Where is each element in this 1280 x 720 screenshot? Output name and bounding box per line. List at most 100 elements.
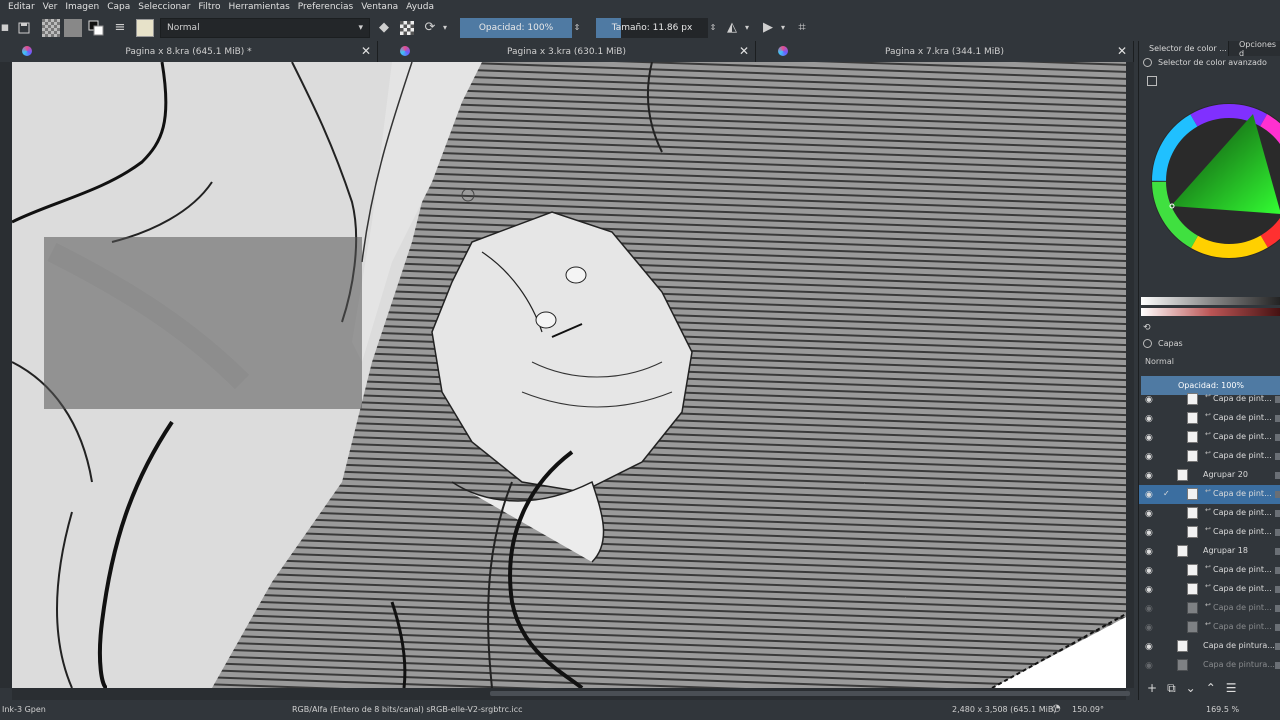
menu-item[interactable]: Ver: [43, 2, 58, 12]
menu-item[interactable]: Imagen: [65, 2, 99, 12]
layer-row[interactable]: ◉ Agrupar 20: [1139, 466, 1280, 485]
chevron-down-icon[interactable]: ▾: [742, 18, 752, 38]
tab-options[interactable]: Opciones d: [1229, 40, 1280, 58]
eye-icon[interactable]: ◉: [1145, 547, 1153, 557]
eye-icon[interactable]: ◉: [1145, 471, 1153, 481]
menu-item[interactable]: Seleccionar: [138, 2, 190, 12]
move-down-icon[interactable]: ⌄: [1186, 681, 1196, 695]
lock-icon[interactable]: [1275, 472, 1280, 479]
lock-icon[interactable]: [1275, 415, 1280, 422]
gradient-swatch[interactable]: [64, 18, 82, 37]
brush-settings-icon[interactable]: ≡: [110, 18, 130, 38]
toggle-icon[interactable]: ▪: [1, 18, 10, 38]
menu-item[interactable]: Capa: [107, 2, 130, 12]
color-slider-2[interactable]: [1141, 308, 1280, 316]
chevron-updown-icon[interactable]: ⇕: [708, 18, 718, 38]
mirror-horizontal-icon[interactable]: ◭: [722, 18, 742, 38]
color-slider-1[interactable]: [1141, 297, 1280, 305]
crop-icon[interactable]: ⌗: [792, 18, 812, 38]
alpha-lock-icon[interactable]: [400, 20, 414, 35]
canvas-horizontal-scrollbar[interactable]: [12, 688, 1130, 700]
swap-colors-icon[interactable]: [86, 18, 106, 38]
eye-icon[interactable]: ◉: [1145, 528, 1153, 538]
eraser-icon[interactable]: ◆: [374, 18, 394, 38]
canvas[interactable]: [12, 62, 1126, 688]
add-icon[interactable]: +: [1147, 681, 1157, 695]
eye-icon[interactable]: ◉: [1145, 414, 1153, 424]
layer-row[interactable]: ◉ ↩ Capa de pint...: [1139, 561, 1280, 580]
size-slider[interactable]: Tamaño: 11.86 px: [596, 17, 708, 38]
eye-icon[interactable]: ◉: [1145, 509, 1153, 519]
close-icon[interactable]: ✕: [739, 44, 749, 58]
blend-mode-select[interactable]: Normal ▾: [160, 17, 370, 38]
color-wheel[interactable]: [1139, 96, 1280, 276]
eye-icon[interactable]: ◉: [1145, 566, 1153, 576]
lock-icon[interactable]: [1275, 510, 1280, 517]
lock-icon[interactable]: [1275, 567, 1280, 574]
reload-icon[interactable]: ⟳: [420, 18, 440, 38]
eye-icon[interactable]: ◉: [1145, 452, 1153, 462]
lock-icon[interactable]: [1275, 624, 1280, 631]
menu-item[interactable]: Editar: [8, 2, 35, 12]
lock-icon[interactable]: [1275, 605, 1280, 612]
document-tab[interactable]: Pagina x 3.kra (630.1 MiB) ✕: [378, 41, 756, 62]
eye-icon[interactable]: ◉: [1145, 623, 1153, 633]
layer-row[interactable]: ◉ ↩ Capa de pint...: [1139, 504, 1280, 523]
mirror-vertical-icon[interactable]: ▶: [758, 18, 778, 38]
pattern-icon[interactable]: [42, 18, 60, 37]
menu-item[interactable]: Preferencias: [298, 2, 353, 12]
chevron-updown-icon[interactable]: ⇕: [572, 18, 582, 38]
menu-item[interactable]: Ayuda: [406, 2, 434, 12]
close-icon[interactable]: ✕: [1117, 44, 1127, 58]
move-up-icon[interactable]: ⌃: [1206, 681, 1216, 695]
close-icon[interactable]: ✕: [361, 44, 371, 58]
rotate-icon[interactable]: ◔: [1052, 703, 1061, 714]
layer-row[interactable]: ◉ ↩ Capa de pint...: [1139, 447, 1280, 466]
eye-icon[interactable]: ◉: [1145, 604, 1153, 614]
save-icon[interactable]: [14, 18, 34, 38]
eye-icon[interactable]: ◉: [1145, 585, 1153, 595]
layer-row[interactable]: ◉ ↩ Capa de pint...: [1139, 599, 1280, 618]
opacity-slider[interactable]: Opacidad: 100%: [460, 17, 572, 38]
layer-row[interactable]: ◉ Capa de pintura...: [1139, 656, 1280, 675]
lock-icon[interactable]: [1275, 662, 1280, 669]
layer-row[interactable]: ◉ ↩ Capa de pint...: [1139, 409, 1280, 428]
menu-item[interactable]: Herramientas: [228, 2, 289, 12]
lock-icon[interactable]: [1275, 529, 1280, 536]
lock-icon[interactable]: [1143, 339, 1152, 348]
layer-row[interactable]: ◉ ↩ Capa de pint...: [1139, 618, 1280, 637]
horizontal-scroll-thumb[interactable]: [490, 691, 1130, 696]
lock-icon[interactable]: [1275, 453, 1280, 460]
eye-icon[interactable]: ◉: [1145, 395, 1153, 405]
tab-color-selector[interactable]: Selector de color ...: [1139, 41, 1229, 56]
layer-row[interactable]: ◉ ↩ Capa de pint...: [1139, 523, 1280, 542]
color-settings-icon[interactable]: [1147, 76, 1157, 86]
layer-row[interactable]: ◉ Capa de pintura...: [1139, 637, 1280, 656]
eye-icon[interactable]: ◉: [1145, 490, 1153, 500]
layer-row[interactable]: ◉ ↩ Capa de pint...: [1139, 390, 1280, 409]
lock-icon[interactable]: [1275, 548, 1280, 555]
document-tab[interactable]: Pagina x 8.kra (645.1 MiB) * ✕: [0, 41, 378, 62]
canvas-artwork[interactable]: [12, 62, 1126, 688]
menu-item[interactable]: Filtro: [198, 2, 220, 12]
eye-icon[interactable]: ◉: [1145, 433, 1153, 443]
lock-icon[interactable]: [1275, 643, 1280, 650]
reset-icon[interactable]: ⟲: [1143, 323, 1151, 333]
preset-icon[interactable]: [136, 18, 154, 37]
canvas-vertical-scrollbar[interactable]: [1126, 62, 1134, 688]
layer-row[interactable]: ◉ ↩ Capa de pint...: [1139, 428, 1280, 447]
document-tab[interactable]: Pagina x 7.kra (344.1 MiB) ✕: [756, 41, 1134, 62]
layers-blend-select[interactable]: Normal: [1141, 357, 1280, 371]
lock-icon[interactable]: [1275, 434, 1280, 441]
properties-icon[interactable]: ☰: [1226, 681, 1237, 695]
lock-icon[interactable]: [1275, 396, 1280, 403]
eye-icon[interactable]: ◉: [1145, 642, 1153, 652]
menu-item[interactable]: Ventana: [361, 2, 398, 12]
lock-icon[interactable]: [1275, 491, 1280, 498]
lock-icon[interactable]: [1143, 58, 1152, 67]
chevron-down-icon[interactable]: ▾: [778, 18, 788, 38]
eye-icon[interactable]: ◉: [1145, 661, 1153, 671]
layer-row[interactable]: ◉ ↩ Capa de pint...: [1139, 580, 1280, 599]
layer-row[interactable]: ◉ Agrupar 18: [1139, 542, 1280, 561]
chevron-down-icon[interactable]: ▾: [440, 18, 450, 38]
